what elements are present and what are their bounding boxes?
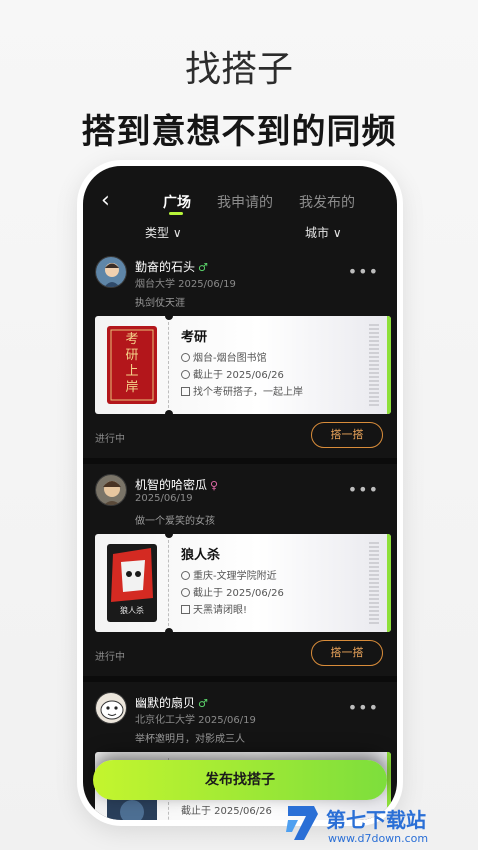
user-bio: 做一个爱笑的女孩 xyxy=(135,516,215,527)
desc-row: 找个考研搭子，一起上岸 xyxy=(181,383,303,398)
site-watermark: 第七下载站 www.d7down.com xyxy=(282,800,478,850)
ticket-edge xyxy=(387,534,391,632)
deadline-text: 截止于 2025/06/26 xyxy=(181,806,272,817)
deadline-text: 截止于 2025/06/26 xyxy=(193,588,284,599)
more-icon[interactable]: ••• xyxy=(348,262,379,281)
note-icon xyxy=(181,605,190,614)
deadline-row: 截止于 2025/06/26 xyxy=(181,584,284,599)
school-date: 2025/06/19 xyxy=(135,493,193,504)
female-icon: ♀ xyxy=(210,479,219,492)
activity-title: 考研 xyxy=(181,330,208,345)
post-card: 勤奋的石头 ♂ 烟台大学 2025/06/19 执剑仗天涯 ••• 考研上岸 考研… xyxy=(83,246,397,456)
barcode-decoration xyxy=(369,542,379,624)
location-text: 重庆-文理学院附近 xyxy=(193,571,277,582)
note-icon xyxy=(181,387,190,396)
activity-ticket[interactable]: 考研上岸 考研 烟台-烟台图书馆 截止于 2025/06/26 找个考研搭子，一… xyxy=(95,316,391,414)
headline-subtitle: 搭到意想不到的同频 xyxy=(81,112,397,152)
school-date: 烟台大学 2025/06/19 xyxy=(135,279,236,290)
clock-icon xyxy=(181,370,190,379)
cover-text: 考研上岸 xyxy=(125,332,139,395)
avatar[interactable] xyxy=(95,256,127,288)
ticket-notch xyxy=(165,316,173,320)
desc-text: 天黑请闭眼! xyxy=(193,605,248,616)
clock-icon xyxy=(181,588,190,597)
app-screen: ‹ 广场 我申请的 我发布的 类型 ∨ 城市 ∨ 勤奋的石头 ♂ 烟台大学 202… xyxy=(83,166,397,820)
active-tab-indicator xyxy=(169,212,183,215)
deadline-row: 截止于 2025/06/26 xyxy=(181,366,284,381)
desc-row: 天黑请闭眼! xyxy=(181,601,247,616)
headline-title: 找搭子 xyxy=(184,49,293,90)
perforation xyxy=(168,322,169,408)
username: 机智的哈密瓜 ♀ xyxy=(135,476,218,493)
location-text: 烟台-烟台图书馆 xyxy=(193,353,267,364)
user-bio: 举杯邀明月，对影成三人 xyxy=(135,734,245,745)
location-row: 烟台-烟台图书馆 xyxy=(181,349,267,364)
school-date: 北京化工大学 2025/06/19 xyxy=(135,715,256,726)
username-text: 幽默的扇贝 xyxy=(135,696,196,710)
location-row: 重庆-文理学院附近 xyxy=(181,567,277,582)
male-icon: ♂ xyxy=(198,697,208,710)
avatar[interactable] xyxy=(95,692,127,724)
post-card: 机智的哈密瓜 ♀ 2025/06/19 做一个爱笑的女孩 ••• 狼人杀 狼人杀… xyxy=(83,464,397,676)
join-button[interactable]: 搭一搭 xyxy=(311,422,383,448)
location-icon xyxy=(181,571,190,580)
desc-text: 找个考研搭子，一起上岸 xyxy=(193,387,303,398)
cover-image: 考研上岸 xyxy=(107,326,157,404)
chevron-left-icon[interactable]: ‹ xyxy=(101,188,110,213)
location-icon xyxy=(181,353,190,362)
status-text: 进行中 xyxy=(95,434,125,445)
city-filter[interactable]: 城市 ∨ xyxy=(305,224,342,241)
deadline-text: 截止于 2025/06/26 xyxy=(193,370,284,381)
type-filter[interactable]: 类型 ∨ xyxy=(145,224,182,241)
more-icon[interactable]: ••• xyxy=(348,698,379,717)
activity-title: 狼人杀 xyxy=(181,548,221,563)
watermark-title: 第七下载站 xyxy=(326,808,426,832)
tab-published[interactable]: 我发布的 xyxy=(299,192,355,212)
username: 勤奋的石头 ♂ xyxy=(135,258,208,275)
barcode-decoration xyxy=(369,324,379,406)
ticket-notch xyxy=(165,628,173,632)
username: 幽默的扇贝 ♂ xyxy=(135,694,208,711)
male-icon: ♂ xyxy=(198,261,208,274)
top-bar: ‹ 广场 我申请的 我发布的 xyxy=(83,186,397,216)
more-icon[interactable]: ••• xyxy=(348,480,379,499)
status-text: 进行中 xyxy=(95,652,125,663)
cover-text: 狼人杀 xyxy=(120,606,144,615)
phone-frame: ‹ 广场 我申请的 我发布的 类型 ∨ 城市 ∨ 勤奋的石头 ♂ 烟台大学 202… xyxy=(77,160,403,826)
watermark-url: www.d7down.com xyxy=(328,832,429,845)
watermark-logo-icon xyxy=(286,806,318,840)
tab-square[interactable]: 广场 xyxy=(163,192,191,212)
activity-ticket[interactable]: 狼人杀 狼人杀 重庆-文理学院附近 截止于 2025/06/26 天黑请闭眼! xyxy=(95,534,391,632)
cover-image: 狼人杀 xyxy=(107,544,157,622)
user-bio: 执剑仗天涯 xyxy=(135,298,185,309)
ticket-notch xyxy=(165,410,173,414)
ticket-edge xyxy=(387,316,391,414)
avatar[interactable] xyxy=(95,474,127,506)
ticket-notch xyxy=(165,534,173,538)
join-button[interactable]: 搭一搭 xyxy=(311,640,383,666)
username-text: 勤奋的石头 xyxy=(135,260,196,274)
publish-button[interactable]: 发布找搭子 xyxy=(93,760,387,800)
username-text: 机智的哈密瓜 xyxy=(135,478,208,492)
tab-applied[interactable]: 我申请的 xyxy=(217,192,273,212)
perforation xyxy=(168,540,169,626)
